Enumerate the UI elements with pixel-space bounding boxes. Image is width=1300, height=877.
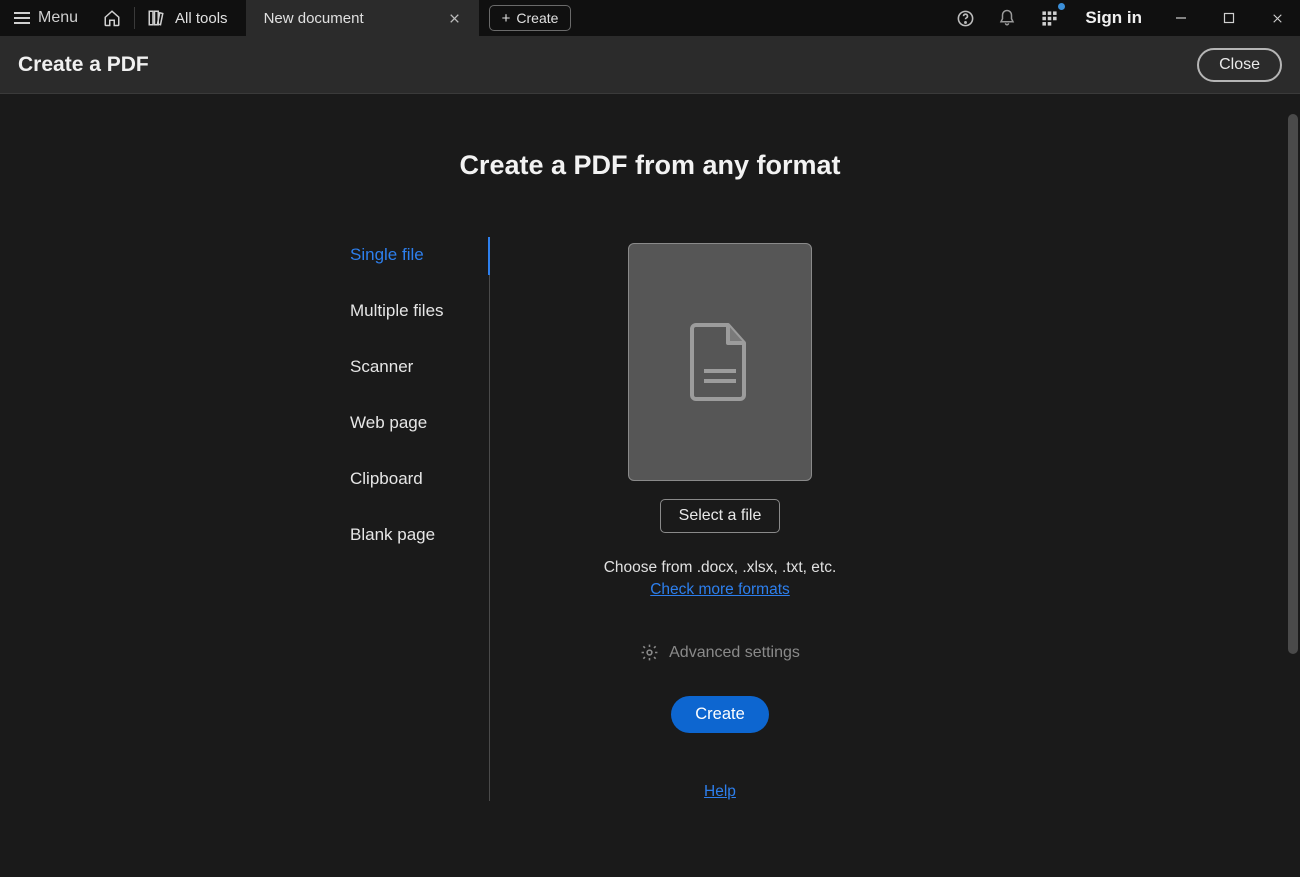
- home-icon: [103, 9, 121, 27]
- main-heading: Create a PDF from any format: [0, 150, 1300, 181]
- content-area: Select a file Choose from .docx, .xlsx, …: [490, 243, 950, 801]
- create-label: Create: [516, 10, 558, 26]
- source-web-page[interactable]: Web page: [350, 413, 489, 433]
- format-hint: Choose from .docx, .xlsx, .txt, etc.: [604, 559, 837, 577]
- page-title: Create a PDF: [18, 53, 149, 77]
- window-maximize-button[interactable]: [1206, 0, 1252, 36]
- close-tool-button[interactable]: Close: [1197, 48, 1282, 82]
- bell-icon: [998, 9, 1016, 27]
- check-formats-link[interactable]: Check more formats: [650, 581, 790, 599]
- apps-button[interactable]: [1029, 0, 1069, 36]
- sign-in-button[interactable]: Sign in: [1071, 8, 1156, 28]
- source-scanner[interactable]: Scanner: [350, 357, 489, 377]
- all-tools-button[interactable]: All tools: [137, 0, 246, 36]
- source-clipboard[interactable]: Clipboard: [350, 469, 489, 489]
- new-tab-create-button[interactable]: + Create: [489, 5, 572, 31]
- advanced-settings-button[interactable]: Advanced settings: [640, 643, 800, 662]
- advanced-settings-label: Advanced settings: [669, 644, 800, 662]
- menu-label: Menu: [38, 9, 78, 27]
- file-icon: [688, 321, 752, 403]
- all-tools-label: All tools: [175, 10, 228, 27]
- maximize-icon: [1223, 12, 1235, 24]
- select-file-button[interactable]: Select a file: [660, 499, 781, 533]
- tool-header: Create a PDF Close: [0, 36, 1300, 94]
- tab-label: New document: [264, 10, 364, 27]
- create-button[interactable]: Create: [671, 696, 769, 733]
- source-blank-page[interactable]: Blank page: [350, 525, 489, 545]
- tab-close-button[interactable]: [444, 12, 465, 25]
- minimize-icon: [1175, 12, 1187, 24]
- source-single-file[interactable]: Single file: [350, 245, 489, 265]
- source-nav: Single file Multiple files Scanner Web p…: [350, 243, 490, 801]
- title-bar: Menu All tools New document + Create Sig…: [0, 0, 1300, 36]
- close-icon: [1271, 12, 1284, 25]
- home-button[interactable]: [92, 0, 132, 36]
- window-minimize-button[interactable]: [1158, 0, 1204, 36]
- menu-button[interactable]: Menu: [0, 0, 92, 36]
- divider: [134, 7, 135, 29]
- vertical-scrollbar[interactable]: [1288, 114, 1298, 654]
- window-close-button[interactable]: [1254, 0, 1300, 36]
- help-button[interactable]: [945, 0, 985, 36]
- apps-grid-icon: [1041, 10, 1058, 27]
- close-icon: [448, 12, 461, 25]
- menu-icon: [14, 12, 30, 24]
- gear-icon: [640, 643, 659, 662]
- tools-icon: [147, 9, 165, 27]
- main-panel: Create a PDF from any format Single file…: [0, 94, 1300, 877]
- plus-icon: +: [502, 10, 511, 27]
- help-link[interactable]: Help: [704, 783, 736, 801]
- help-circle-icon: [956, 9, 975, 28]
- notifications-button[interactable]: [987, 0, 1027, 36]
- source-multiple-files[interactable]: Multiple files: [350, 301, 489, 321]
- tab-new-document[interactable]: New document: [246, 0, 479, 36]
- topbar-right: Sign in: [945, 0, 1300, 36]
- file-drop-zone[interactable]: [628, 243, 812, 481]
